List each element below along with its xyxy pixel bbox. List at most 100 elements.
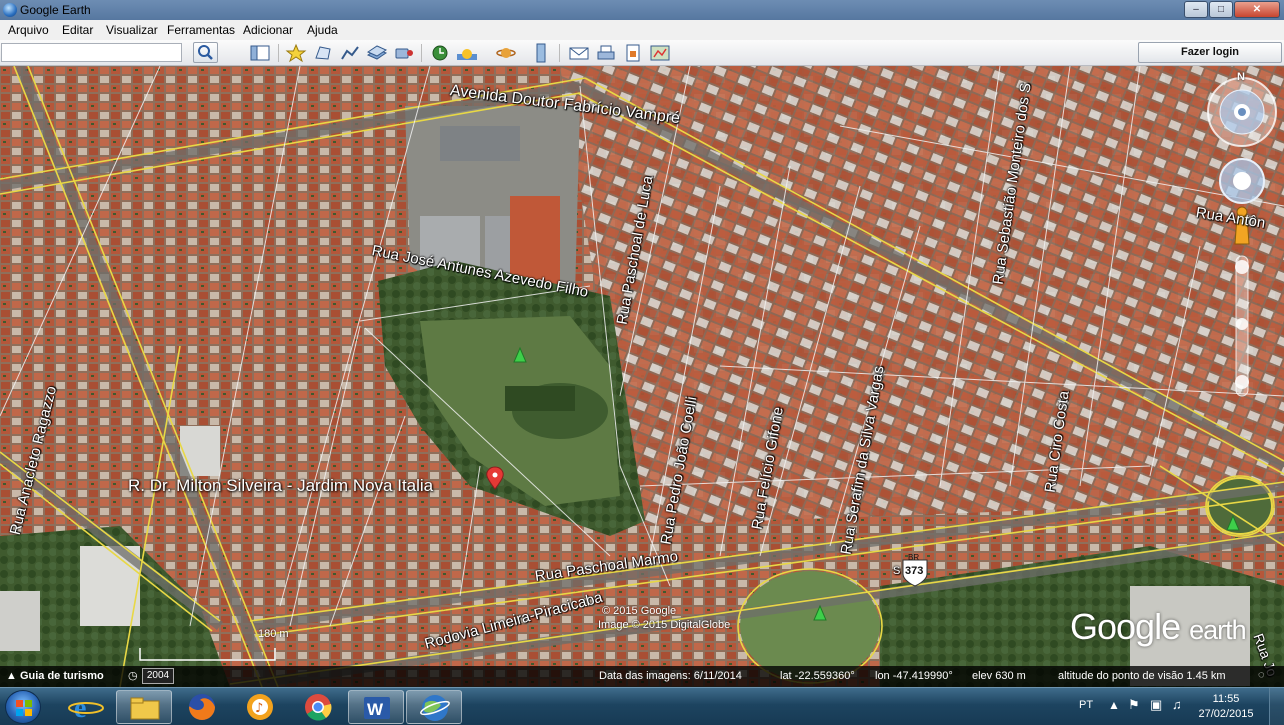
menu-ajuda[interactable]: Ajuda xyxy=(307,23,338,37)
google-earth-watermark: Google earth xyxy=(1070,606,1247,648)
email-icon xyxy=(569,47,589,60)
status-bar: ▲ Guia de turismo ◷ 2004 Data das imagen… xyxy=(0,666,1284,687)
menu-ferramentas[interactable]: Ferramentas xyxy=(167,23,235,37)
sidebar-button[interactable] xyxy=(249,43,271,63)
watermark-google: Google xyxy=(1070,606,1181,647)
minimize-button[interactable]: – xyxy=(1184,1,1208,18)
action-center-icon[interactable]: ⚑ xyxy=(1128,697,1140,713)
title-bar: Google Earth – □ ✕ xyxy=(0,0,1284,20)
sunlight-button[interactable] xyxy=(456,43,478,63)
eye-altitude: altitude do ponto de visão 1.45 km xyxy=(1058,670,1226,682)
email-button[interactable] xyxy=(568,43,590,63)
image-overlay-icon xyxy=(366,45,388,60)
language-indicator[interactable]: PT xyxy=(1079,699,1093,711)
historical-year[interactable]: 2004 xyxy=(142,668,174,684)
path-icon xyxy=(341,46,359,60)
word-icon: W xyxy=(364,697,390,719)
itunes-icon: ♪ xyxy=(247,694,273,720)
google-earth-icon xyxy=(420,695,450,721)
record-tour-button[interactable] xyxy=(393,43,415,63)
streaming-icon: ◌ xyxy=(1258,669,1265,681)
imagery-date: Data das imagens: 6/11/2014 xyxy=(599,670,742,682)
menu-adicionar[interactable]: Adicionar xyxy=(243,23,293,37)
zoom-out-button[interactable] xyxy=(1236,374,1248,392)
latitude: lat -22.559360° xyxy=(780,670,855,682)
tray-chevron-icon[interactable]: ▲ xyxy=(1108,698,1120,712)
tour-guide-button[interactable]: ▲ Guia de turismo xyxy=(6,670,104,682)
sidebar-icon xyxy=(250,45,270,61)
taskbar-file-explorer[interactable] xyxy=(116,690,172,724)
svg-text:W: W xyxy=(367,700,384,719)
close-button[interactable]: ✕ xyxy=(1234,1,1280,18)
svg-text:♪: ♪ xyxy=(255,701,263,716)
taskbar-itunes[interactable]: ♪ xyxy=(232,690,288,724)
file-explorer-icon xyxy=(130,697,160,720)
copyright-google: © 2015 Google xyxy=(602,605,677,617)
add-placemark-button[interactable] xyxy=(285,43,307,63)
highway-shield-prefix: S xyxy=(893,565,901,577)
save-image-button[interactable] xyxy=(622,43,644,63)
menu-editar[interactable]: Editar xyxy=(62,23,93,37)
add-polygon-button[interactable] xyxy=(312,43,334,63)
copyright-imagery: Image © 2015 DigitalGlobe xyxy=(598,619,731,631)
maximize-button[interactable]: □ xyxy=(1209,1,1233,18)
historical-imagery-icon xyxy=(432,45,448,61)
search-button[interactable] xyxy=(193,42,218,63)
firefox-icon xyxy=(189,694,215,720)
image-overlay-button[interactable] xyxy=(366,43,388,63)
taskbar: e ♪ W PT ▲ ⚑ ▣ ♫ 11:55 27/02/2015 xyxy=(0,687,1284,725)
network-icon[interactable]: ▣ xyxy=(1150,697,1162,713)
taskbar-chrome[interactable] xyxy=(290,690,346,724)
zoom-slider[interactable] xyxy=(1236,316,1248,332)
svg-text:e: e xyxy=(74,693,86,724)
placemark-label[interactable]: R. Dr. Milton Silveira - Jardim Nova Ita… xyxy=(128,476,433,496)
historical-clock-icon[interactable]: ◷ xyxy=(128,669,138,682)
save-image-icon xyxy=(626,44,640,62)
clock-date: 27/02/2015 xyxy=(1198,708,1254,720)
historical-imagery-button[interactable] xyxy=(429,43,451,63)
windows-logo-icon xyxy=(16,700,32,716)
tour-guide-icon: ▲ xyxy=(6,670,20,682)
ruler-button[interactable] xyxy=(530,43,552,63)
volume-icon[interactable]: ♫ xyxy=(1172,697,1182,712)
search-input[interactable] xyxy=(1,43,182,62)
window-title: Google Earth xyxy=(20,3,91,17)
map-view[interactable]: Avenida Doutor Fabrício Vampré Rua José … xyxy=(0,66,1284,687)
menu-visualizar[interactable]: Visualizar xyxy=(106,23,158,37)
polygon-icon xyxy=(315,46,331,60)
taskbar-word[interactable]: W xyxy=(348,690,404,724)
highway-shield-top: BR xyxy=(908,553,920,562)
taskbar-google-earth[interactable] xyxy=(406,690,462,724)
menu-arquivo[interactable]: Arquivo xyxy=(8,23,49,37)
look-joystick[interactable] xyxy=(1208,78,1276,146)
taskbar-internet-explorer[interactable]: e xyxy=(58,690,114,724)
print-icon xyxy=(597,45,615,60)
planets-button[interactable] xyxy=(495,43,517,63)
satellite-imagery xyxy=(0,66,1284,687)
zoom-in-button[interactable] xyxy=(1236,258,1248,276)
move-joystick[interactable] xyxy=(1220,159,1264,203)
street-view-pegman-icon[interactable] xyxy=(1232,206,1252,248)
taskbar-firefox[interactable] xyxy=(174,690,230,724)
elevation: elev 630 m xyxy=(972,670,1026,682)
google-earth-window: Google Earth – □ ✕ Arquivo Editar Visual… xyxy=(0,0,1284,725)
record-tour-icon xyxy=(395,48,413,59)
menu-bar: Arquivo Editar Visualizar Ferramentas Ad… xyxy=(0,20,1284,40)
google-earth-logo-icon xyxy=(3,3,17,17)
show-desktop-button[interactable] xyxy=(1269,688,1284,725)
start-button[interactable] xyxy=(5,690,41,724)
ruler-icon xyxy=(536,43,546,63)
toolbar: Fazer login xyxy=(0,40,1284,66)
longitude: lon -47.419990° xyxy=(875,670,953,682)
highway-shield-number: 373 xyxy=(905,565,924,577)
login-button[interactable]: Fazer login xyxy=(1138,42,1282,63)
print-button[interactable] xyxy=(595,43,617,63)
sun-icon xyxy=(457,49,477,60)
chrome-icon xyxy=(305,694,332,721)
watermark-earth: earth xyxy=(1189,615,1247,645)
scale-label: 180 m xyxy=(258,628,289,640)
system-clock[interactable]: 11:55 27/02/2015 xyxy=(1196,692,1256,722)
view-in-maps-button[interactable] xyxy=(649,43,671,63)
view-in-maps-icon xyxy=(650,45,670,61)
add-path-button[interactable] xyxy=(339,43,361,63)
